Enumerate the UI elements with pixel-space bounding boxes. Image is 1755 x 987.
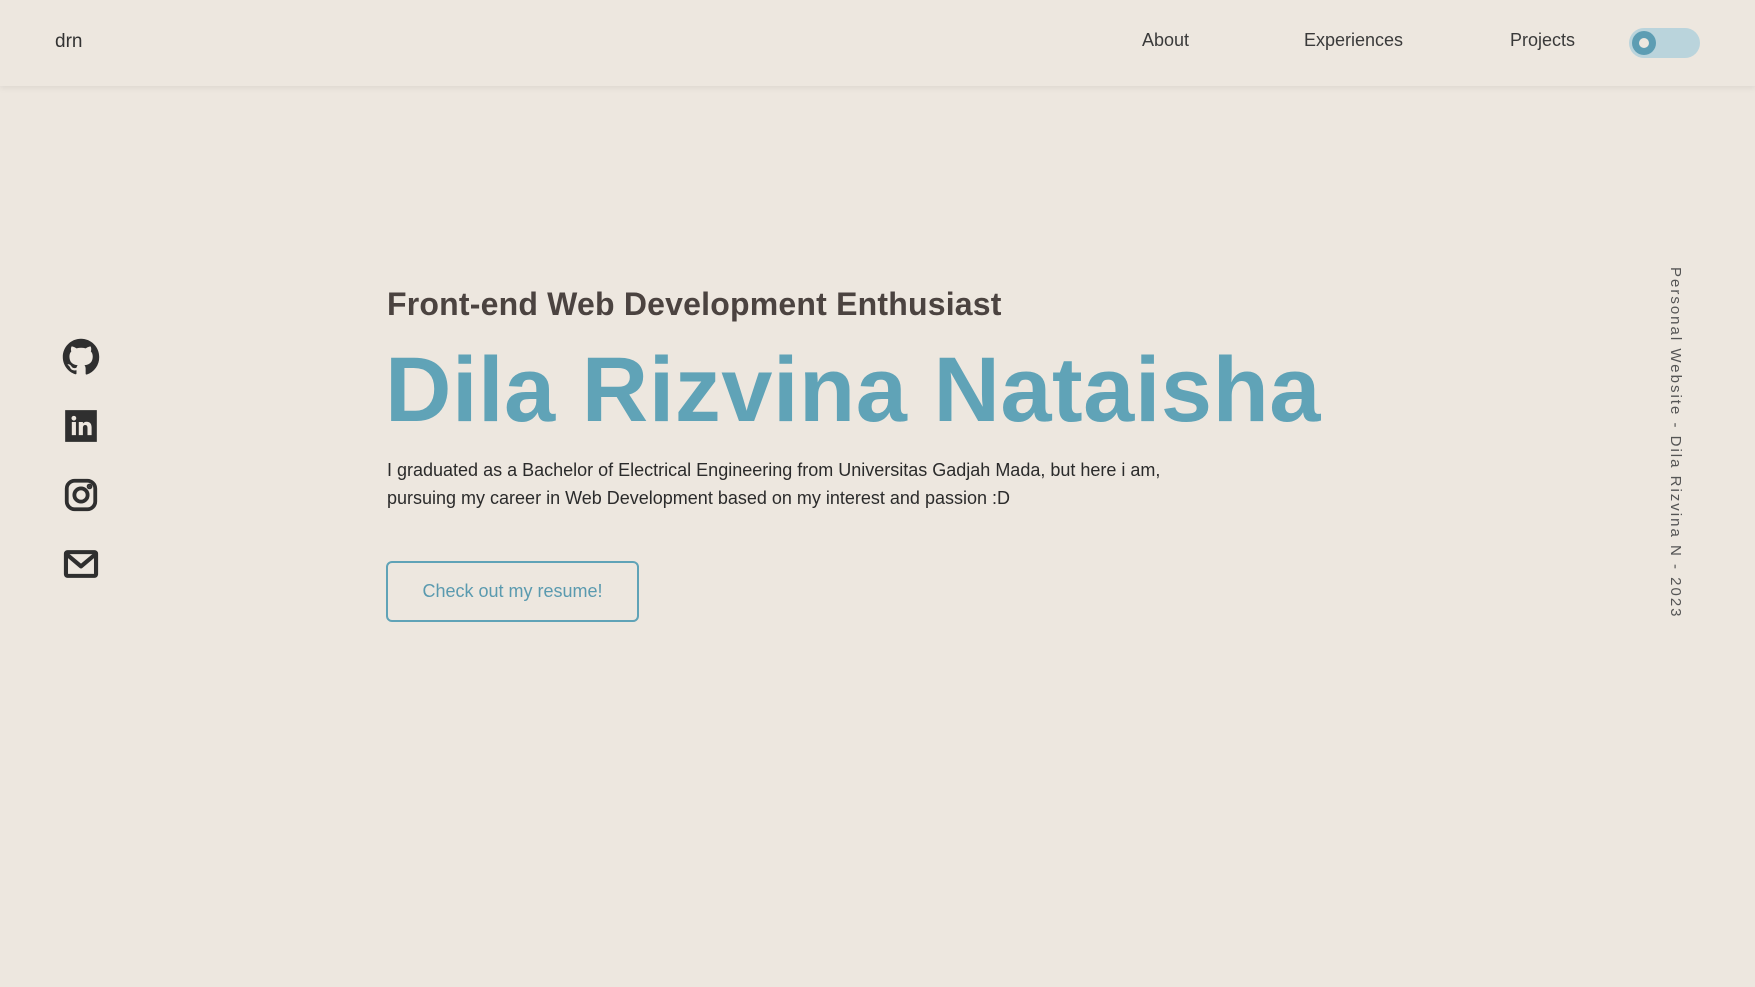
mail-link[interactable] bbox=[62, 545, 102, 585]
nav-about-link[interactable]: About bbox=[1142, 30, 1189, 51]
instagram-icon bbox=[62, 476, 102, 514]
github-link[interactable] bbox=[62, 338, 102, 378]
site-header: drn About Experiences Projects bbox=[0, 0, 1755, 86]
toggle-knob-dot bbox=[1639, 38, 1649, 48]
resume-button[interactable]: Check out my resume! bbox=[386, 561, 639, 622]
mail-icon bbox=[62, 545, 102, 583]
nav-projects-link[interactable]: Projects bbox=[1510, 30, 1575, 51]
linkedin-icon bbox=[62, 407, 102, 445]
theme-toggle[interactable] bbox=[1629, 28, 1700, 58]
linkedin-link[interactable] bbox=[62, 407, 102, 447]
instagram-link[interactable] bbox=[62, 476, 102, 516]
toggle-knob bbox=[1632, 31, 1656, 55]
brand-logo-link[interactable]: drn bbox=[55, 31, 82, 53]
nav-experiences-link[interactable]: Experiences bbox=[1304, 30, 1403, 51]
page: drn About Experiences Projects Front-end… bbox=[0, 0, 1755, 987]
hero-description: I graduated as a Bachelor of Electrical … bbox=[387, 460, 1161, 508]
hero-name: Dila Rizvina Nataisha bbox=[385, 339, 1321, 441]
side-vertical-text: Personal Website - Dila Rizvina N - 2023 bbox=[1667, 267, 1684, 619]
hero-subtitle: Front-end Web Development Enthusiast bbox=[387, 286, 1002, 322]
github-icon bbox=[62, 338, 102, 376]
